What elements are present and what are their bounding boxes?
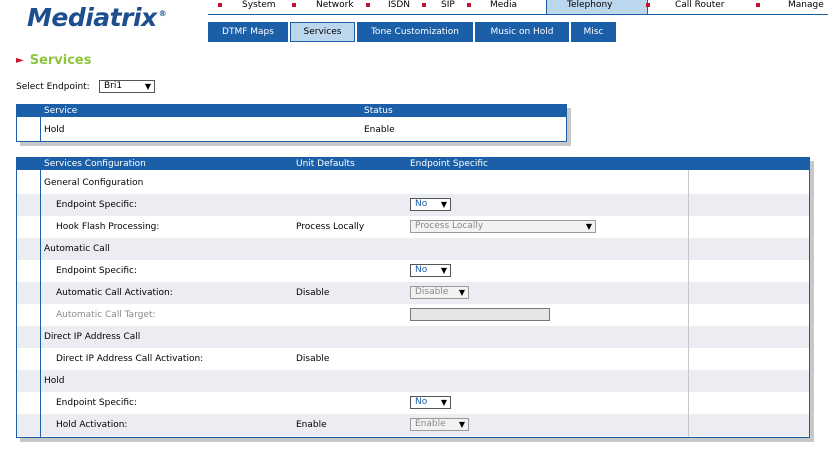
row-label: Hook Flash Processing: [56, 222, 160, 232]
nav-bullet-icon [292, 3, 296, 7]
select-value: No [415, 265, 428, 275]
unit-default-value: Disable [296, 288, 330, 298]
table-row: Endpoint Specific: No ▼ [17, 392, 809, 414]
select-value: Process Locally [415, 221, 484, 231]
nav-bullet-icon [467, 3, 471, 7]
chevron-down-icon: ▼ [440, 266, 447, 275]
header-service: Service [44, 106, 78, 116]
config-table-header: Services Configuration Unit Defaults End… [17, 158, 809, 170]
hold-activation-select[interactable]: Enable ▼ [410, 418, 469, 431]
endpoint-select[interactable]: Bri1 ▼ [99, 80, 155, 93]
row-label: Endpoint Specific: [56, 266, 137, 276]
table-row: Direct IP Address Call [17, 326, 809, 348]
page-title: ► Services [16, 53, 92, 68]
chevron-down-icon: ▼ [585, 222, 592, 231]
service-status: Enable [364, 125, 395, 135]
header-unit-defaults: Unit Defaults [296, 159, 355, 169]
select-value: No [415, 397, 428, 407]
select-endpoint-label: Select Endpoint: [16, 82, 90, 92]
hook-flash-processing-select[interactable]: Process Locally ▼ [410, 220, 596, 233]
automatic-call-endpoint-specific-select[interactable]: No ▼ [410, 264, 451, 277]
unit-default-value: Enable [296, 420, 327, 430]
section-direct-ip-address-call: Direct IP Address Call [44, 332, 141, 342]
service-name: Hold [44, 125, 65, 135]
table-row: Automatic Call Target: [17, 304, 809, 326]
chevron-down-icon: ▼ [440, 398, 447, 407]
tab-music-on-hold[interactable]: Music on Hold [475, 22, 569, 42]
table-row: Hook Flash Processing: Process Locally P… [17, 216, 809, 238]
logo-text: Mediatrix [27, 3, 157, 32]
automatic-call-target-input[interactable] [410, 308, 550, 321]
select-value: Disable [415, 287, 449, 297]
nav-bullet-icon [218, 3, 222, 7]
top-nav-manage[interactable]: Manage [788, 0, 824, 14]
services-table-header: Service Status [17, 105, 566, 117]
column-divider [688, 170, 689, 437]
hold-endpoint-specific-select[interactable]: No ▼ [410, 396, 451, 409]
table-row: Endpoint Specific: No ▼ [17, 194, 809, 216]
row-label: Direct IP Address Call Activation: [56, 354, 204, 364]
nav-bullet-icon [756, 3, 760, 7]
table-row: Hold Enable [17, 119, 566, 141]
table-row: Direct IP Address Call Activation: Disab… [17, 348, 809, 370]
chevron-down-icon: ▼ [458, 420, 465, 429]
select-value: No [415, 199, 428, 209]
nav-bullet-icon [422, 3, 426, 7]
unit-default-value: Disable [296, 354, 330, 364]
header-endpoint-specific: Endpoint Specific [410, 159, 488, 169]
services-configuration-table: Services Configuration Unit Defaults End… [16, 157, 810, 438]
endpoint-select-value: Bri1 [104, 81, 123, 91]
top-nav-isdn[interactable]: ISDN [388, 0, 410, 14]
section-hold: Hold [44, 376, 65, 386]
tab-services[interactable]: Services [290, 22, 355, 42]
services-table: Service Status Hold Enable [16, 104, 567, 142]
chevron-down-icon: ▼ [440, 200, 447, 209]
chevron-down-icon: ▼ [458, 288, 465, 297]
header-status: Status [364, 106, 393, 116]
top-nav-system[interactable]: System [242, 0, 276, 14]
top-nav-call-router[interactable]: Call Router [675, 0, 725, 14]
top-nav-telephony[interactable]: Telephony [567, 0, 613, 14]
top-nav-media[interactable]: Media [490, 0, 517, 14]
select-value: Enable [415, 419, 446, 429]
column-divider [40, 158, 41, 437]
table-row: Automatic Call Activation: Disable Disab… [17, 282, 809, 304]
title-marker-icon: ► [16, 55, 24, 66]
registered-mark: ® [158, 9, 167, 18]
general-endpoint-specific-select[interactable]: No ▼ [410, 198, 451, 211]
top-nav-sip[interactable]: SIP [441, 0, 455, 14]
tab-dtmf-maps[interactable]: DTMF Maps [208, 22, 288, 42]
table-row: Endpoint Specific: No ▼ [17, 260, 809, 282]
row-label: Endpoint Specific: [56, 398, 137, 408]
header-services-configuration: Services Configuration [44, 159, 146, 169]
section-automatic-call: Automatic Call [44, 244, 110, 254]
tab-tone-customization[interactable]: Tone Customization [357, 22, 473, 42]
page-title-text: Services [29, 53, 92, 68]
nav-bullet-icon [366, 3, 370, 7]
unit-default-value: Process Locally [296, 222, 365, 232]
top-nav-network[interactable]: Network [316, 0, 354, 14]
top-navigation: System Network ISDN SIP Media Telephony … [208, 0, 828, 15]
tab-misc[interactable]: Misc [571, 22, 616, 42]
row-label: Automatic Call Target: [56, 310, 156, 320]
table-row: Automatic Call [17, 238, 809, 260]
table-row: General Configuration [17, 172, 809, 194]
chevron-down-icon: ▼ [144, 82, 151, 91]
section-general-configuration: General Configuration [44, 178, 144, 188]
row-label: Hold Activation: [56, 420, 128, 430]
table-row: Hold Activation: Enable Enable ▼ [17, 414, 809, 436]
nav-bullet-icon [646, 3, 650, 7]
row-label: Automatic Call Activation: [56, 288, 173, 298]
mediatrix-logo: Mediatrix ® [27, 3, 167, 32]
automatic-call-activation-select[interactable]: Disable ▼ [410, 286, 469, 299]
row-label: Endpoint Specific: [56, 200, 137, 210]
table-row: Hold [17, 370, 809, 392]
